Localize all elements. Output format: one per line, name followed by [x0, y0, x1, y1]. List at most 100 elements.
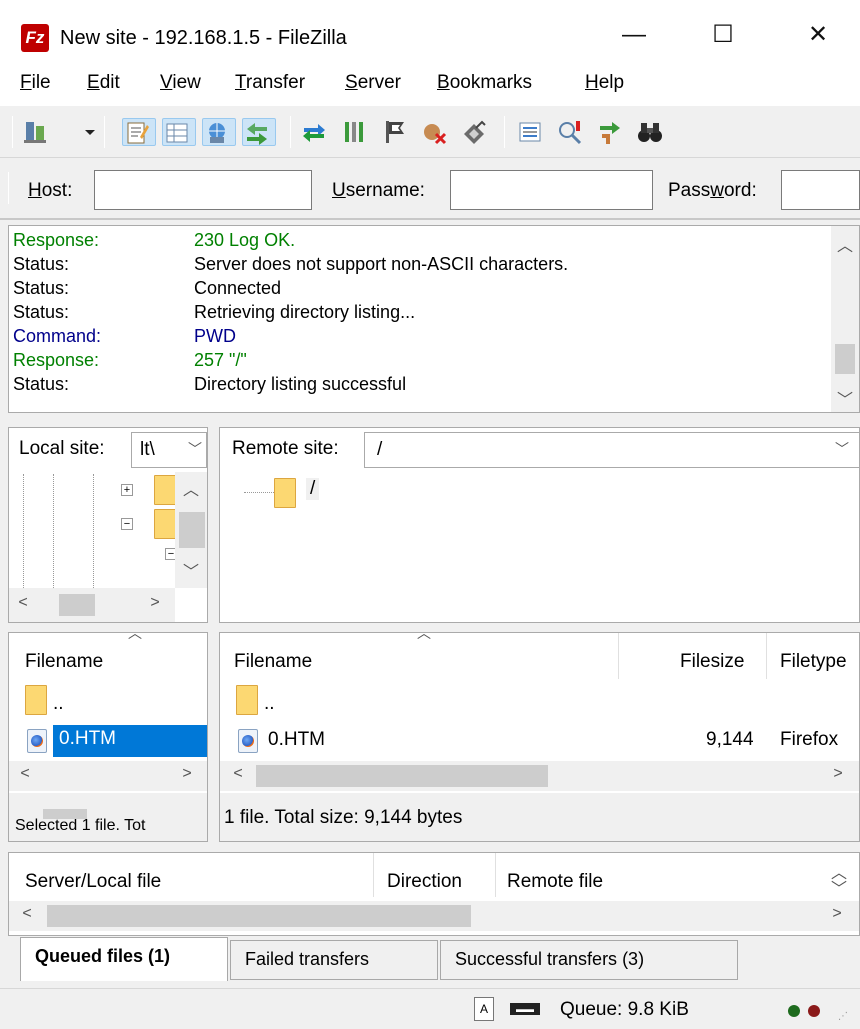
scroll-down-icon[interactable]: ﹀: [175, 558, 207, 582]
log-message: PWD: [194, 326, 236, 346]
binoculars-icon[interactable]: [636, 118, 664, 146]
close-button[interactable]: ✕: [783, 10, 853, 60]
refresh-icon[interactable]: [300, 118, 328, 146]
column-divider: [495, 853, 496, 897]
send-led-icon: [788, 1005, 800, 1017]
scroll-thumb[interactable]: [256, 765, 548, 787]
host-input[interactable]: [94, 170, 312, 210]
local-tree-hscrollbar[interactable]: < >: [9, 588, 175, 622]
local-tree-vscrollbar[interactable]: ︿ ﹀: [175, 472, 207, 588]
menu-file[interactable]: File: [20, 72, 51, 94]
firefox-file-icon: [27, 729, 47, 753]
toolbar-separator: [504, 116, 505, 148]
tab-queued-files[interactable]: Queued files (1): [20, 937, 228, 981]
log-message: Retrieving directory listing...: [194, 302, 416, 322]
remote-site-path[interactable]: / ﹀: [364, 432, 860, 468]
toggle-local-tree-icon[interactable]: [162, 118, 196, 146]
toggle-remote-tree-icon[interactable]: [202, 118, 236, 146]
cancel-operation-icon[interactable]: [380, 118, 408, 146]
disconnect-icon[interactable]: [420, 118, 448, 146]
menu-transfer[interactable]: Transfer: [235, 72, 305, 94]
log-type: Status:: [13, 374, 70, 394]
scroll-left-icon[interactable]: <: [13, 594, 33, 612]
binary-mode-icon: ▬▬: [510, 1003, 540, 1015]
scroll-right-icon[interactable]: >: [145, 594, 165, 612]
remote-filetype-header[interactable]: Filetype: [780, 651, 860, 673]
minimize-button[interactable]: —: [599, 10, 669, 60]
local-status-text: Selected 1 file. Tot: [15, 817, 146, 834]
local-file-name-selected[interactable]: 0.HTM: [53, 725, 207, 757]
remote-tree-panel: Remote site: / ﹀ /: [219, 427, 860, 623]
quickconnect-bar: Host: Username: Password:: [0, 158, 860, 220]
password-label: Password:: [668, 180, 757, 201]
menu-view[interactable]: View: [160, 72, 201, 94]
menu-bookmarks[interactable]: Bookmarks: [437, 72, 532, 94]
directory-filter-icon[interactable]: [516, 118, 544, 146]
log-type: Status:: [13, 278, 70, 298]
local-file-name[interactable]: ..: [53, 693, 64, 715]
scroll-thumb[interactable]: [43, 809, 87, 819]
toolbar-separator: [290, 116, 291, 148]
scroll-left-icon[interactable]: <: [228, 765, 248, 783]
reconnect-icon[interactable]: [460, 118, 488, 146]
column-divider: [618, 633, 619, 679]
remote-list-hscrollbar[interactable]: < >: [220, 761, 859, 791]
compare-directories-icon[interactable]: [556, 118, 584, 146]
collapse-icon[interactable]: −: [121, 518, 133, 530]
password-input[interactable]: [781, 170, 860, 210]
local-filename-header[interactable]: Filename: [25, 651, 103, 673]
toggle-log-icon[interactable]: [122, 118, 156, 146]
local-status-bar: Selected 1 file. Tot: [9, 793, 207, 841]
local-list-hscrollbar[interactable]: < >: [9, 761, 207, 791]
queue-direction-header[interactable]: Direction: [387, 871, 462, 893]
scroll-right-icon[interactable]: >: [827, 905, 847, 923]
queue-hscrollbar[interactable]: < >: [9, 901, 859, 931]
scroll-up-icon[interactable]: ︿: [175, 476, 207, 500]
menu-server[interactable]: Server: [345, 72, 401, 94]
site-manager-icon[interactable]: [22, 118, 50, 146]
maximize-button[interactable]: ☐: [688, 10, 758, 60]
chevron-down-icon[interactable]: [76, 118, 95, 146]
username-input[interactable]: [450, 170, 653, 210]
scroll-thumb[interactable]: [835, 344, 855, 374]
local-site-label: Local site:: [19, 438, 105, 459]
toolbar: [0, 106, 860, 158]
tab-failed-transfers[interactable]: Failed transfers: [230, 940, 438, 980]
scroll-down-icon[interactable]: ﹀: [831, 386, 859, 410]
scroll-thumb[interactable]: [179, 512, 205, 548]
menu-edit[interactable]: Edit: [87, 72, 120, 94]
tab-successful-transfers[interactable]: Successful transfers (3): [440, 940, 738, 980]
scroll-up-icon[interactable]: ︿: [831, 232, 859, 256]
expand-icon[interactable]: +: [121, 484, 133, 496]
scroll-left-icon[interactable]: <: [17, 905, 37, 923]
remote-file-name[interactable]: ..: [264, 693, 275, 715]
folder-icon: [236, 685, 258, 715]
remote-tree-root[interactable]: /: [306, 478, 320, 500]
remote-file-name[interactable]: 0.HTM: [268, 729, 325, 751]
chevron-down-icon[interactable]: ﹀: [835, 439, 849, 459]
filter-icon[interactable]: A: [474, 997, 494, 1021]
log-scrollbar[interactable]: ︿ ﹀: [831, 226, 859, 412]
log-type: Command:: [13, 326, 102, 346]
scroll-thumb[interactable]: [59, 594, 95, 616]
scroll-thumb[interactable]: [47, 905, 471, 927]
local-site-path-text: lt\: [140, 439, 155, 460]
remote-status-text: 1 file. Total size: 9,144 bytes: [224, 807, 463, 828]
remote-filename-header[interactable]: Filename: [234, 651, 312, 673]
message-log[interactable]: Response: 230 Log OK. Status: Server does …: [8, 225, 860, 413]
scroll-left-icon[interactable]: <: [15, 765, 35, 783]
process-queue-icon[interactable]: [340, 118, 368, 146]
queue-remote-file-header[interactable]: Remote file: [507, 871, 603, 893]
scroll-down-icon[interactable]: ﹀: [827, 875, 851, 899]
menu-help[interactable]: Help: [585, 72, 624, 94]
chevron-down-icon[interactable]: ﹀: [188, 439, 202, 459]
toggle-queue-icon[interactable]: [242, 118, 276, 146]
queue-server-local-header[interactable]: Server/Local file: [25, 871, 161, 893]
scroll-right-icon[interactable]: >: [177, 765, 197, 783]
sort-indicator-icon: ︿: [417, 625, 431, 641]
scroll-right-icon[interactable]: >: [828, 765, 848, 783]
remote-filesize-header[interactable]: Filesize: [680, 651, 744, 673]
synchronized-browsing-icon[interactable]: [596, 118, 624, 146]
local-site-path[interactable]: lt\ ﹀: [131, 432, 207, 468]
resize-grip-icon[interactable]: ⋰: [838, 1011, 852, 1025]
